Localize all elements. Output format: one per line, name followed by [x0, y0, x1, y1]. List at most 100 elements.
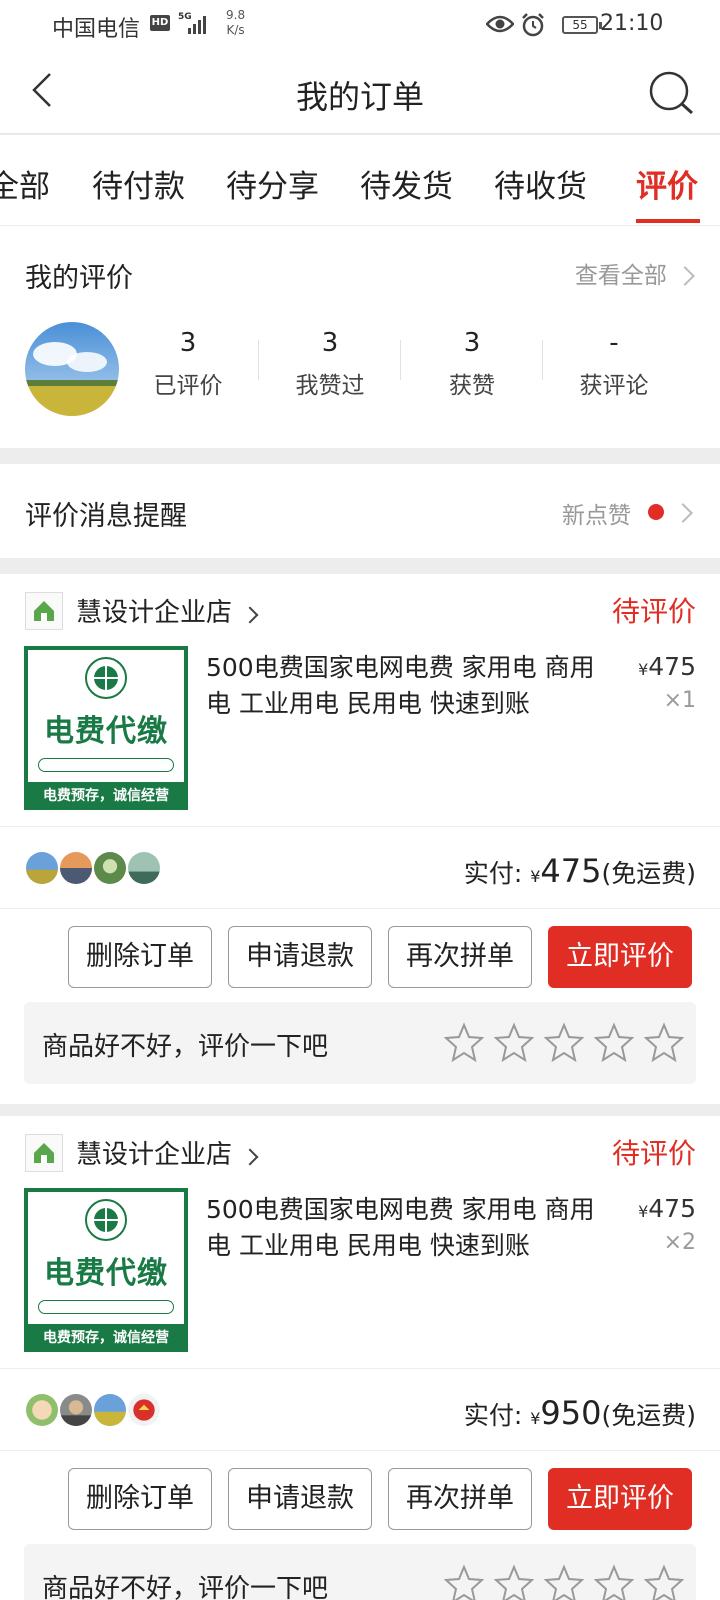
star-icon[interactable]	[544, 1022, 584, 1062]
shop-logo-icon[interactable]	[25, 1134, 63, 1172]
avatar	[92, 1392, 128, 1428]
review-now-button[interactable]: 立即评价	[548, 1468, 692, 1530]
tab-pending-payment[interactable]: 待付款	[92, 161, 185, 206]
star-icon[interactable]	[444, 1022, 484, 1062]
reorder-button[interactable]: 再次拼单	[388, 1468, 532, 1530]
product-thumbnail[interactable]: 电费代缴 电费预存，诚信经营	[24, 1188, 188, 1352]
star-icon[interactable]	[594, 1022, 634, 1062]
signal-icon	[188, 16, 206, 34]
tab-all[interactable]: 全部	[0, 161, 50, 206]
star-icon[interactable]	[644, 1022, 684, 1062]
currency-symbol: ¥	[638, 660, 649, 679]
divider	[0, 1450, 720, 1451]
product-thumbnail[interactable]: 电费代缴 电费预存，诚信经营	[24, 646, 188, 810]
unit-price: ¥475	[638, 1194, 696, 1223]
price-value: 475	[648, 1194, 696, 1223]
tab-pending-share[interactable]: 待分享	[226, 161, 319, 206]
tab-pending-shipment[interactable]: 待发货	[360, 161, 453, 206]
rating-prompt: 商品好不好，评价一下吧	[42, 1574, 329, 1600]
stat-divider	[542, 340, 543, 380]
stat-reviewed-label: 已评价	[153, 373, 223, 399]
group-member-avatars[interactable]	[24, 850, 164, 890]
order-tabs: 全部 待付款 待分享 待发货 待收货 评价	[0, 135, 720, 225]
request-refund-button[interactable]: 申请退款	[228, 926, 372, 988]
star-icon[interactable]	[494, 1564, 534, 1600]
stat-reviewed-count: 3	[179, 328, 197, 358]
group-member-avatars[interactable]	[24, 1392, 164, 1432]
thumbnail-title: 电费代缴	[44, 1256, 168, 1291]
rating-prompt: 商品好不好，评价一下吧	[42, 1032, 329, 1062]
stat-received-likes-label: 获赞	[449, 373, 495, 399]
thumbnail-subtitle-band	[38, 758, 174, 772]
shop-logo-icon[interactable]	[25, 592, 63, 630]
stat-liked-count: 3	[321, 328, 339, 358]
stat-comments-count: -	[609, 328, 619, 358]
chevron-right-icon	[673, 503, 693, 523]
tab-review[interactable]: 评价	[636, 161, 698, 206]
paid-amount: 950	[540, 1394, 602, 1432]
order-card: 慧设计企业店 待评价 电费代缴 电费预存，诚信经营 500电费国家电网电费 家用…	[0, 1116, 720, 1600]
reorder-button[interactable]: 再次拼单	[388, 926, 532, 988]
star-icon[interactable]	[644, 1564, 684, 1600]
speed-unit: K/s	[226, 23, 245, 37]
page-title: 我的订单	[295, 78, 424, 116]
avatar	[24, 850, 60, 886]
star-icon[interactable]	[544, 1564, 584, 1600]
shipping-note: (免运费)	[601, 1401, 696, 1430]
state-grid-logo-icon	[85, 657, 127, 699]
review-reminder-row[interactable]: 评价消息提醒 新点赞	[0, 464, 720, 558]
reminder-title: 评价消息提醒	[25, 501, 187, 532]
star-icon[interactable]	[444, 1564, 484, 1600]
my-reviews-card: 我的评价 查看全部 3 已评价 3 我赞过 3 获赞 - 获评论	[0, 226, 720, 448]
amount-paid: 实付: ¥950(免运费)	[464, 1394, 696, 1432]
shop-name: 慧设计企业店	[76, 1140, 233, 1170]
product-title[interactable]: 500电费国家电网电费 家用电 商用电 工业用电 民用电 快速到账	[206, 650, 606, 722]
shop-link[interactable]: 慧设计企业店	[76, 1134, 259, 1171]
currency-symbol: ¥	[530, 867, 541, 886]
star-icon[interactable]	[594, 1564, 634, 1600]
speed-value: 9.8	[226, 8, 246, 22]
delete-order-button[interactable]: 删除订单	[68, 1468, 212, 1530]
order-card: 慧设计企业店 待评价 电费代缴 电费预存，诚信经营 500电费国家电网电费 家用…	[0, 574, 720, 1104]
product-title[interactable]: 500电费国家电网电费 家用电 商用电 工业用电 民用电 快速到账	[206, 1192, 606, 1264]
review-now-button[interactable]: 立即评价	[548, 926, 692, 988]
quantity: ×1	[663, 688, 696, 713]
request-refund-button[interactable]: 申请退款	[228, 1468, 372, 1530]
chevron-right-icon	[241, 606, 259, 624]
user-avatar[interactable]	[25, 322, 119, 416]
active-tab-indicator	[636, 219, 700, 223]
status-bar: 中国电信 HD 5G 9.8 K/s 55 21:10	[0, 0, 720, 50]
app-header: 我的订单	[0, 50, 720, 134]
view-all-link[interactable]: 查看全部	[575, 256, 695, 289]
order-status: 待评价	[611, 595, 696, 628]
amount-paid: 实付: ¥475(免运费)	[464, 852, 696, 890]
search-icon[interactable]	[648, 70, 696, 118]
divider	[0, 826, 720, 827]
avatar	[126, 1392, 162, 1428]
thumbnail-footer: 电费预存，诚信经营	[43, 788, 169, 804]
currency-symbol: ¥	[530, 1409, 541, 1428]
unit-price: ¥475	[638, 652, 696, 681]
thumbnail-panel: 电费代缴	[28, 1192, 184, 1324]
network-speed: 9.8 K/s	[226, 8, 245, 38]
eye-icon	[486, 15, 514, 33]
quick-rating-box: 商品好不好，评价一下吧	[24, 1544, 696, 1600]
shop-link[interactable]: 慧设计企业店	[76, 592, 259, 629]
stat-received-likes-count: 3	[463, 328, 481, 358]
new-like-tag: 新点赞	[562, 503, 631, 529]
avatar	[24, 1392, 60, 1428]
star-icon[interactable]	[494, 1022, 534, 1062]
delete-order-button[interactable]: 删除订单	[68, 926, 212, 988]
chevron-right-icon	[241, 1148, 259, 1166]
order-actions: 删除订单 申请退款 再次拼单 立即评价	[0, 926, 720, 988]
clock: 21:10	[600, 11, 664, 36]
avatar	[92, 850, 128, 886]
quick-rating-box: 商品好不好，评价一下吧	[24, 1002, 696, 1084]
thumbnail-title: 电费代缴	[44, 714, 168, 749]
currency-symbol: ¥	[638, 1202, 649, 1221]
chevron-right-icon	[675, 266, 695, 286]
paid-label: 实付:	[463, 1401, 523, 1430]
shipping-note: (免运费)	[601, 859, 696, 888]
tab-pending-receipt[interactable]: 待收货	[494, 161, 587, 206]
thumbnail-subtitle-band	[38, 1300, 174, 1314]
